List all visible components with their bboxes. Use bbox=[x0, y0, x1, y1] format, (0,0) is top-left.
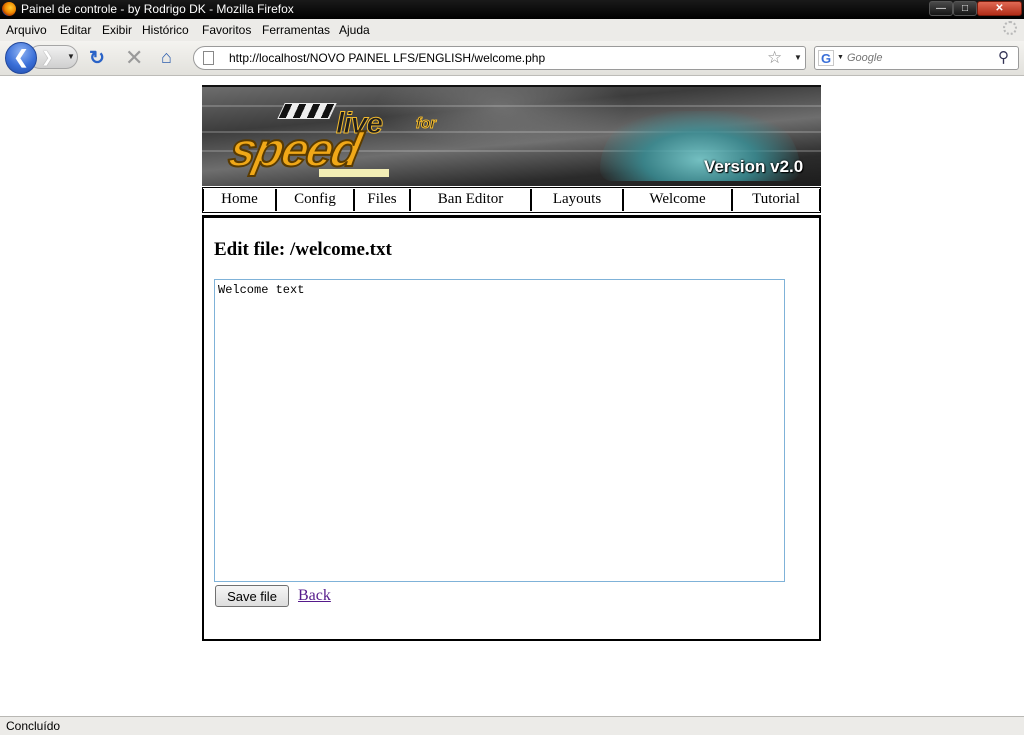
window-title: Painel de controle - by Rodrigo DK - Moz… bbox=[21, 2, 294, 16]
menu-favoritos[interactable]: Favoritos bbox=[202, 23, 251, 37]
search-engine-dropdown-icon[interactable]: ▼ bbox=[837, 54, 844, 61]
menu-tab-ban-editor[interactable]: Ban Editor bbox=[410, 189, 531, 211]
lfs-banner: live for speed Version v2.0 bbox=[202, 85, 821, 186]
close-button[interactable]: ✕ bbox=[977, 1, 1022, 16]
window-title-bar: Painel de controle - by Rodrigo DK - Moz… bbox=[0, 0, 1024, 19]
google-icon[interactable]: G bbox=[818, 50, 834, 66]
url-dropdown-icon[interactable]: ▼ bbox=[794, 53, 802, 62]
menu-historico[interactable]: Histórico bbox=[142, 23, 189, 37]
stop-icon[interactable]: ✕ bbox=[125, 45, 143, 71]
page-icon bbox=[203, 51, 214, 65]
page-title: Edit file: /welcome.txt bbox=[214, 239, 392, 260]
menu-tab-tutorial[interactable]: Tutorial bbox=[732, 189, 820, 211]
address-bar[interactable]: http://localhost/NOVO PAINEL LFS/ENGLISH… bbox=[193, 46, 806, 70]
headlight-glow bbox=[319, 169, 389, 177]
forward-arrow-icon[interactable]: ❯ bbox=[41, 48, 54, 66]
menu-tab-welcome[interactable]: Welcome bbox=[623, 189, 732, 211]
status-bar: Concluído bbox=[0, 716, 1024, 735]
menu-tab-config[interactable]: Config bbox=[276, 189, 354, 211]
search-input[interactable] bbox=[847, 50, 992, 66]
home-icon[interactable]: ⌂ bbox=[161, 47, 172, 68]
status-text: Concluído bbox=[6, 719, 61, 733]
menu-arquivo[interactable]: Arquivo bbox=[6, 23, 47, 37]
menu-editar[interactable]: Editar bbox=[60, 23, 91, 37]
menu-bar: Arquivo Editar Exibir Histórico Favorito… bbox=[0, 19, 1024, 41]
navigation-toolbar: ❮ ❯ ▼ ↻ ✕ ⌂ http://localhost/NOVO PAINEL… bbox=[0, 41, 1024, 76]
back-button[interactable]: ❮ bbox=[5, 42, 37, 74]
minimize-button[interactable]: — bbox=[929, 1, 953, 16]
search-icon[interactable]: ⚲ bbox=[998, 48, 1009, 66]
back-arrow-icon: ❮ bbox=[13, 47, 29, 67]
menu-tab-home[interactable]: Home bbox=[203, 189, 276, 211]
menu-tab-layouts[interactable]: Layouts bbox=[531, 189, 623, 211]
logo-word-for: for bbox=[416, 115, 437, 133]
editor-panel: Edit file: /welcome.txt Welcome text Sav… bbox=[202, 215, 821, 641]
reload-icon[interactable]: ↻ bbox=[89, 47, 105, 70]
file-content-textarea[interactable]: Welcome text bbox=[214, 279, 785, 582]
firefox-icon bbox=[2, 2, 16, 16]
bookmark-star-icon[interactable]: ☆ bbox=[767, 48, 782, 68]
history-dropdown-icon[interactable]: ▼ bbox=[67, 52, 75, 61]
menu-exibir[interactable]: Exibir bbox=[102, 23, 132, 37]
throbber-icon bbox=[1003, 21, 1017, 35]
address-url[interactable]: http://localhost/NOVO PAINEL LFS/ENGLISH… bbox=[229, 51, 545, 65]
search-bar[interactable]: G ▼ ⚲ bbox=[814, 46, 1019, 70]
menu-tab-files[interactable]: Files bbox=[354, 189, 410, 211]
back-link[interactable]: Back bbox=[298, 587, 331, 605]
site-menu: Home Config Files Ban Editor Layouts Wel… bbox=[202, 187, 821, 213]
live-for-speed-logo: live for speed bbox=[223, 107, 500, 179]
save-file-button[interactable]: Save file bbox=[215, 585, 289, 607]
menu-ferramentas[interactable]: Ferramentas bbox=[262, 23, 330, 37]
menu-ajuda[interactable]: Ajuda bbox=[339, 23, 370, 37]
maximize-button[interactable]: □ bbox=[953, 1, 977, 16]
version-label: Version v2.0 bbox=[704, 157, 804, 176]
